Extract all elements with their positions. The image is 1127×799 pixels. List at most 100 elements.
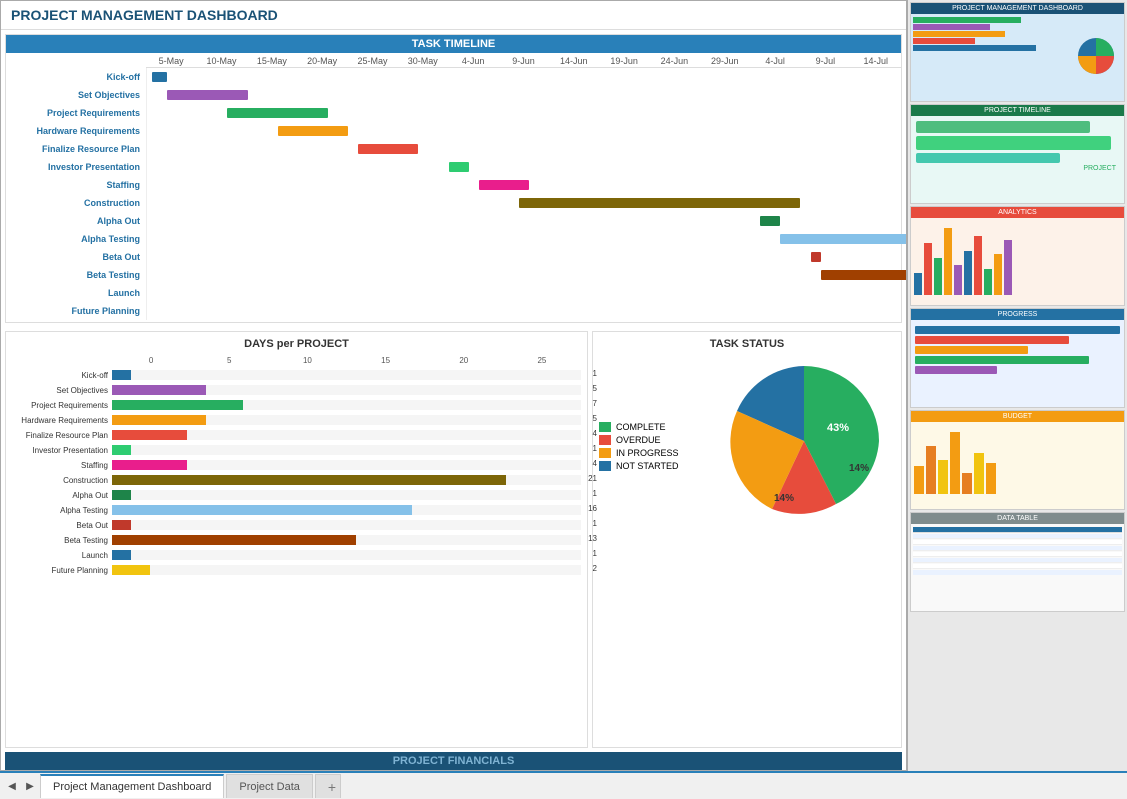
legend-label-overdue: OVERDUE — [616, 435, 661, 445]
legend-notstarted: NOT STARTED — [599, 461, 709, 471]
bar-label: Set Objectives — [12, 386, 112, 395]
thumbnail-2[interactable]: PROJECT TIMELINE PROJECT — [910, 104, 1125, 204]
t6-header — [913, 527, 1122, 533]
legend-color-inprogress — [599, 448, 611, 458]
t6-row3 — [913, 546, 1122, 551]
timeline-grid: 5-May 10-May 15-May 20-May 25-May 30-May… — [6, 53, 901, 322]
thumbnail-1[interactable]: PROJECT MANAGEMENT DASHBOARD — [910, 2, 1125, 102]
bar-fill — [112, 475, 506, 485]
thumb5-content — [911, 422, 1124, 497]
date-24jun: 24-Jun — [649, 56, 699, 66]
bar-track: 21 — [112, 475, 581, 485]
bar-track: 4 — [112, 430, 581, 440]
bar-value-label: 5 — [593, 384, 597, 393]
bar-label: Beta Testing — [12, 536, 112, 545]
gantt-row: Alpha Out — [6, 212, 901, 230]
bar-value-label: 21 — [588, 474, 597, 483]
tab-next-arrow[interactable]: ▶ — [22, 778, 38, 794]
bar-track: 13 — [112, 535, 581, 545]
bar-chart-rows: Kick-off1Set Objectives5Project Requirem… — [12, 368, 581, 577]
thumb1-pie — [1069, 14, 1124, 98]
scale-15: 15 — [347, 356, 425, 365]
tab-projectdata[interactable]: Project Data — [226, 774, 313, 798]
thumbnail-6[interactable]: DATA TABLE — [910, 512, 1125, 612]
date-9jul: 9-Jul — [800, 56, 850, 66]
t3-b4 — [944, 228, 952, 295]
bar-chart-row: Beta Out1 — [12, 518, 581, 532]
gantt-bar — [479, 180, 529, 190]
bar-value-label: 13 — [588, 534, 597, 543]
tab-prev-arrow[interactable]: ◀ — [4, 778, 20, 794]
thumb2-header: PROJECT TIMELINE — [911, 105, 1124, 116]
legend-color-complete — [599, 422, 611, 432]
task-track — [146, 248, 901, 266]
gantt-bar — [821, 270, 907, 280]
gantt-row: Future Planning — [6, 302, 901, 320]
date-10may: 10-May — [196, 56, 246, 66]
pie-chart-container: 43% 14% 14% — [719, 356, 889, 531]
tab-add[interactable]: + — [315, 774, 341, 798]
gantt-row: Alpha Testing — [6, 230, 901, 248]
t6-row6 — [913, 564, 1122, 569]
bar-track: 1 — [112, 370, 581, 380]
gantt-bar — [152, 72, 167, 82]
gantt-bar — [358, 144, 418, 154]
bar-track: 1 — [112, 550, 581, 560]
date-19jun: 19-Jun — [599, 56, 649, 66]
bar-value-label: 1 — [593, 519, 597, 528]
task-track — [146, 212, 901, 230]
task-track — [146, 122, 901, 140]
thumbnail-3[interactable]: ANALYTICS — [910, 206, 1125, 306]
bar-track: 1 — [112, 490, 581, 500]
t5-b1 — [914, 466, 924, 494]
task-track — [146, 266, 901, 284]
task-track — [146, 158, 901, 176]
bar-fill — [112, 505, 412, 515]
gantt-row: Set Objectives — [6, 86, 901, 104]
status-content: COMPLETE OVERDUE IN PROGRESS — [599, 356, 895, 531]
gantt-bar — [278, 126, 348, 136]
bar-value-label: 1 — [593, 549, 597, 558]
bar-chart-row: Staffing4 — [12, 458, 581, 472]
bar-chart-row: Launch1 — [12, 548, 581, 562]
thumb1-bar4 — [913, 38, 975, 44]
pie-label-14b: 14% — [774, 493, 794, 504]
main-area: PROJECT MANAGEMENT DASHBOARD TASK TIMELI… — [0, 0, 1127, 771]
days-chart-title: DAYS per PROJECT — [12, 338, 581, 350]
bar-value-label: 1 — [593, 489, 597, 498]
date-5may: 5-May — [146, 56, 196, 66]
timeline-header: TASK TIMELINE — [6, 35, 901, 53]
bottom-section: DAYS per PROJECT 0 5 10 15 20 25 Kick-of… — [1, 327, 906, 752]
t5-b3 — [938, 460, 948, 495]
bar-label: Beta Out — [12, 521, 112, 530]
bar-chart-row: Investor Presentation1 — [12, 443, 581, 457]
t5-b4 — [950, 432, 960, 494]
bar-fill — [112, 565, 150, 575]
legend-label-notstarted: NOT STARTED — [616, 461, 679, 471]
bar-track: 1 — [112, 445, 581, 455]
task-label: Finalize Resource Plan — [6, 144, 146, 154]
tab-dashboard[interactable]: Project Management Dashboard — [40, 774, 224, 798]
bar-value-label: 1 — [593, 369, 597, 378]
date-20may: 20-May — [297, 56, 347, 66]
legend-label-complete: COMPLETE — [616, 422, 666, 432]
bar-value-label: 7 — [593, 399, 597, 408]
task-label: Alpha Out — [6, 216, 146, 226]
thumb2-bar1 — [916, 121, 1090, 133]
bar-track: 5 — [112, 415, 581, 425]
bar-label: Finalize Resource Plan — [12, 431, 112, 440]
thumbnail-5[interactable]: BUDGET — [910, 410, 1125, 510]
thumbnail-4[interactable]: PROGRESS — [910, 308, 1125, 408]
t4-bar1 — [915, 326, 1120, 334]
gantt-bar — [167, 90, 247, 100]
task-track — [146, 176, 901, 194]
task-label: Project Requirements — [6, 108, 146, 118]
bar-fill — [112, 460, 187, 470]
thumb4-content — [911, 320, 1124, 380]
task-track — [146, 86, 901, 104]
bar-value-label: 1 — [593, 444, 597, 453]
task-status-chart: TASK STATUS COMPLETE OVERDUE — [592, 331, 902, 748]
bar-chart-row: Beta Testing13 — [12, 533, 581, 547]
t3-b5 — [954, 265, 962, 295]
legend-color-notstarted — [599, 461, 611, 471]
